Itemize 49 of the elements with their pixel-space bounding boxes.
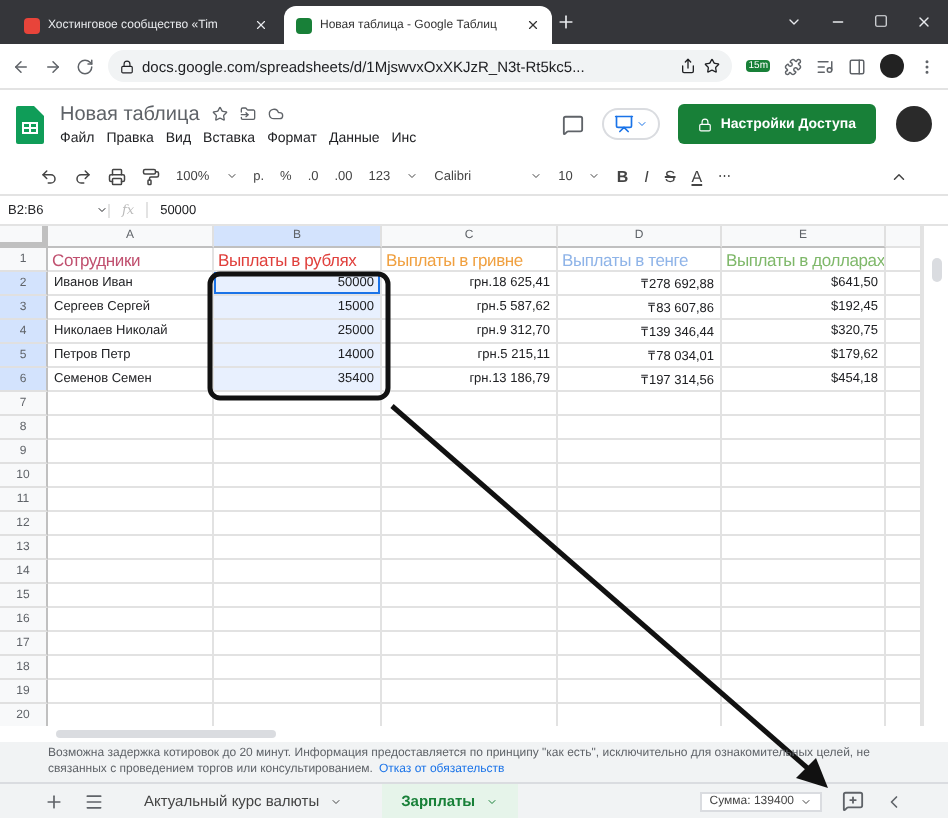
star-icon[interactable] — [211, 106, 228, 122]
paint-format-icon[interactable] — [142, 167, 160, 185]
favicon-icon — [24, 17, 40, 33]
caret-icon — [800, 795, 812, 807]
media-icon[interactable] — [816, 57, 834, 75]
present-icon — [614, 114, 635, 134]
present-button[interactable] — [604, 110, 659, 138]
share-icon[interactable] — [680, 58, 697, 74]
profile-avatar[interactable] — [896, 106, 932, 142]
comments-icon[interactable] — [562, 113, 585, 135]
italic-button[interactable]: I — [644, 167, 649, 185]
add-comment-icon[interactable] — [842, 790, 864, 812]
caret-icon — [96, 204, 108, 216]
scrollbar-thumb[interactable] — [56, 730, 276, 738]
caret-icon — [406, 170, 419, 182]
forward-icon[interactable] — [44, 57, 62, 75]
document-title[interactable]: Новая таблица — [60, 103, 200, 125]
add-sheet-icon[interactable] — [44, 791, 64, 811]
profile-avatar[interactable] — [880, 54, 904, 78]
reload-icon[interactable] — [76, 57, 94, 75]
text-color-button[interactable]: A — [691, 167, 703, 185]
star-icon[interactable] — [704, 58, 721, 74]
extensions-icon[interactable] — [784, 57, 802, 75]
caret-icon — [329, 795, 342, 807]
strikethrough-button[interactable]: S — [664, 167, 676, 185]
caret-icon — [225, 170, 238, 182]
lock-icon — [120, 59, 134, 73]
print-icon[interactable] — [108, 167, 126, 185]
sheets-logo-icon[interactable] — [16, 105, 44, 143]
caret-icon — [530, 170, 543, 182]
move-icon[interactable] — [239, 106, 256, 122]
lock-icon — [698, 117, 713, 131]
caret-icon — [485, 795, 498, 807]
sheet-list-icon[interactable] — [84, 791, 104, 811]
favicon-icon — [296, 17, 312, 33]
tab-search-icon[interactable] — [786, 14, 802, 30]
bold-button[interactable]: B — [616, 167, 629, 185]
new-tab-icon[interactable] — [556, 12, 576, 32]
scrollbar-thumb[interactable] — [931, 258, 941, 282]
caret-icon — [588, 170, 601, 182]
maximize-icon[interactable] — [874, 14, 888, 28]
caret-icon — [636, 118, 649, 130]
cloud-icon — [267, 106, 284, 122]
redo-icon[interactable] — [74, 167, 92, 185]
undo-icon[interactable] — [40, 167, 58, 185]
back-icon[interactable] — [12, 57, 30, 75]
side-panel-icon[interactable] — [848, 57, 866, 75]
close-icon[interactable] — [526, 18, 540, 32]
table-cell: Выплаты в рублях — [214, 248, 382, 272]
